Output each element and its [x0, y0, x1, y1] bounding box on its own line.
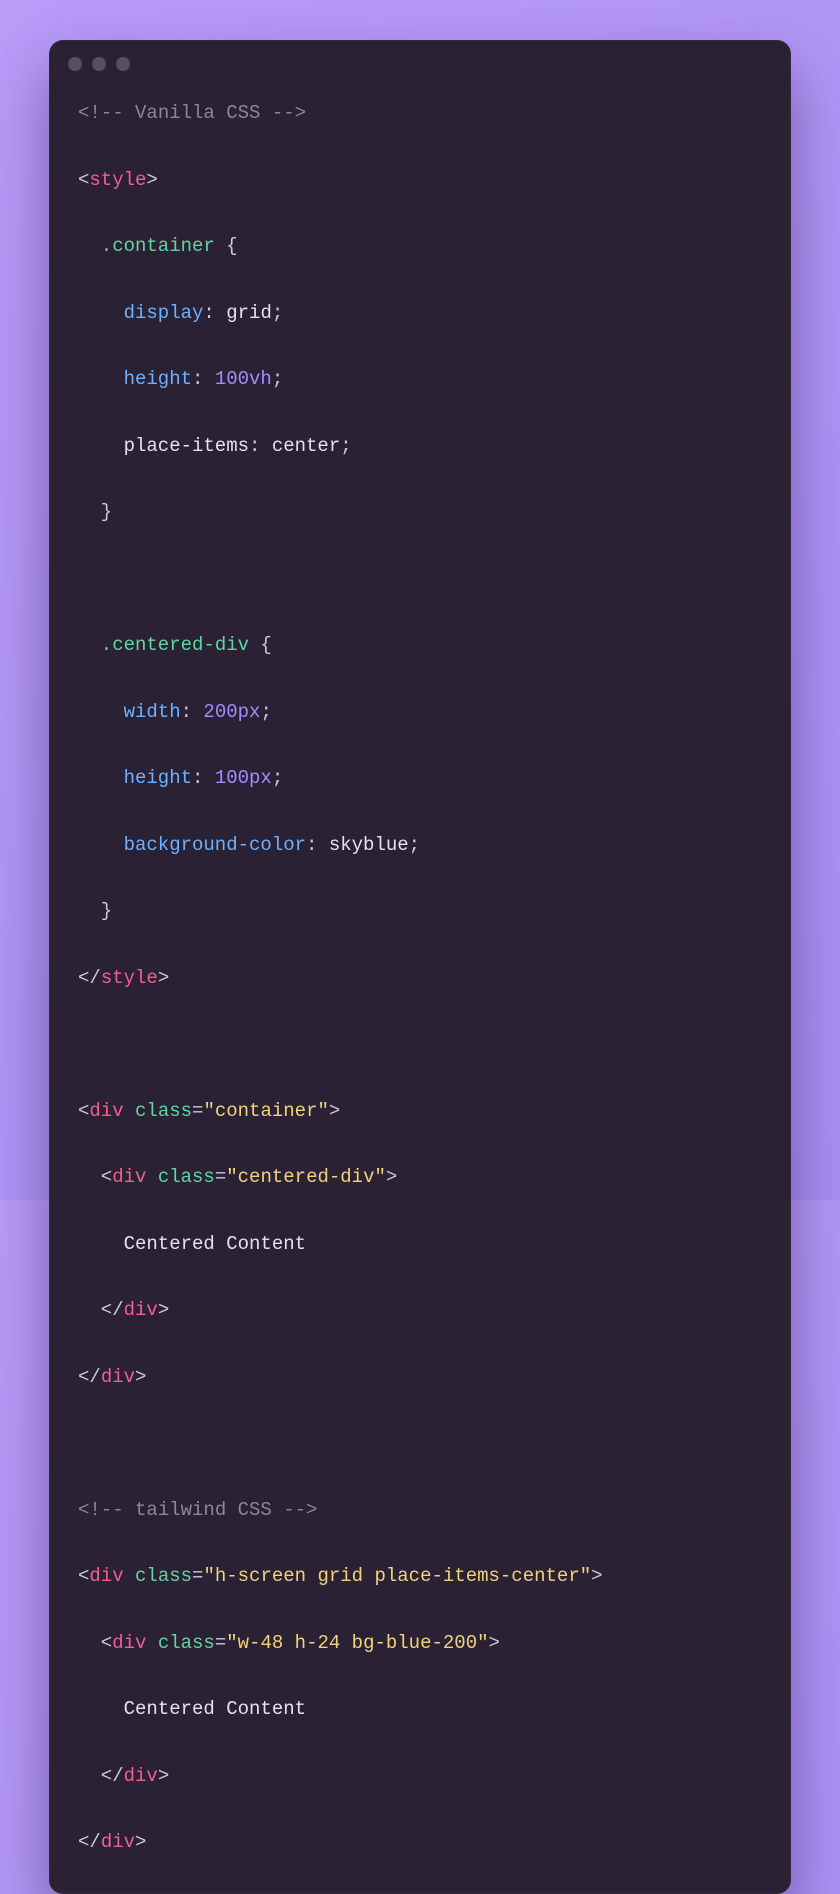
code-line: background-color: skyblue; [78, 829, 762, 862]
window-titlebar [50, 41, 790, 71]
comment: <!-- tailwind CSS --> [78, 1499, 317, 1521]
code-line: width: 200px; [78, 696, 762, 729]
code-line: height: 100px; [78, 762, 762, 795]
code-line: <!-- tailwind CSS --> [78, 1494, 762, 1527]
code-line: } [78, 895, 762, 928]
comment: <!-- Vanilla CSS --> [78, 102, 306, 124]
code-window: <!-- Vanilla CSS --> <style> .container … [49, 40, 791, 1894]
code-line: .centered-div { [78, 629, 762, 662]
code-line: display: grid; [78, 297, 762, 330]
code-line: <div class="w-48 h-24 bg-blue-200"> [78, 1627, 762, 1660]
code-line: height: 100vh; [78, 363, 762, 396]
code-line: <style> [78, 164, 762, 197]
code-line: </div> [78, 1760, 762, 1793]
code-line: </div> [78, 1826, 762, 1859]
code-line: <div class="container"> [78, 1095, 762, 1128]
blank-line [78, 563, 762, 596]
blank-line [78, 1028, 762, 1061]
code-line: <div class="h-screen grid place-items-ce… [78, 1560, 762, 1593]
window-dot-icon [68, 57, 82, 71]
window-dot-icon [116, 57, 130, 71]
code-line: place-items: center; [78, 430, 762, 463]
code-line: </div> [78, 1294, 762, 1327]
code-line: <div class="centered-div"> [78, 1161, 762, 1194]
code-block: <!-- Vanilla CSS --> <style> .container … [50, 71, 790, 1893]
window-dot-icon [92, 57, 106, 71]
code-line: </div> [78, 1361, 762, 1394]
code-line: Centered Content [78, 1228, 762, 1261]
code-line: } [78, 496, 762, 529]
code-line: </style> [78, 962, 762, 995]
blank-line [78, 1427, 762, 1460]
code-line: .container { [78, 230, 762, 263]
code-line: <!-- Vanilla CSS --> [78, 97, 762, 130]
code-line: Centered Content [78, 1693, 762, 1726]
